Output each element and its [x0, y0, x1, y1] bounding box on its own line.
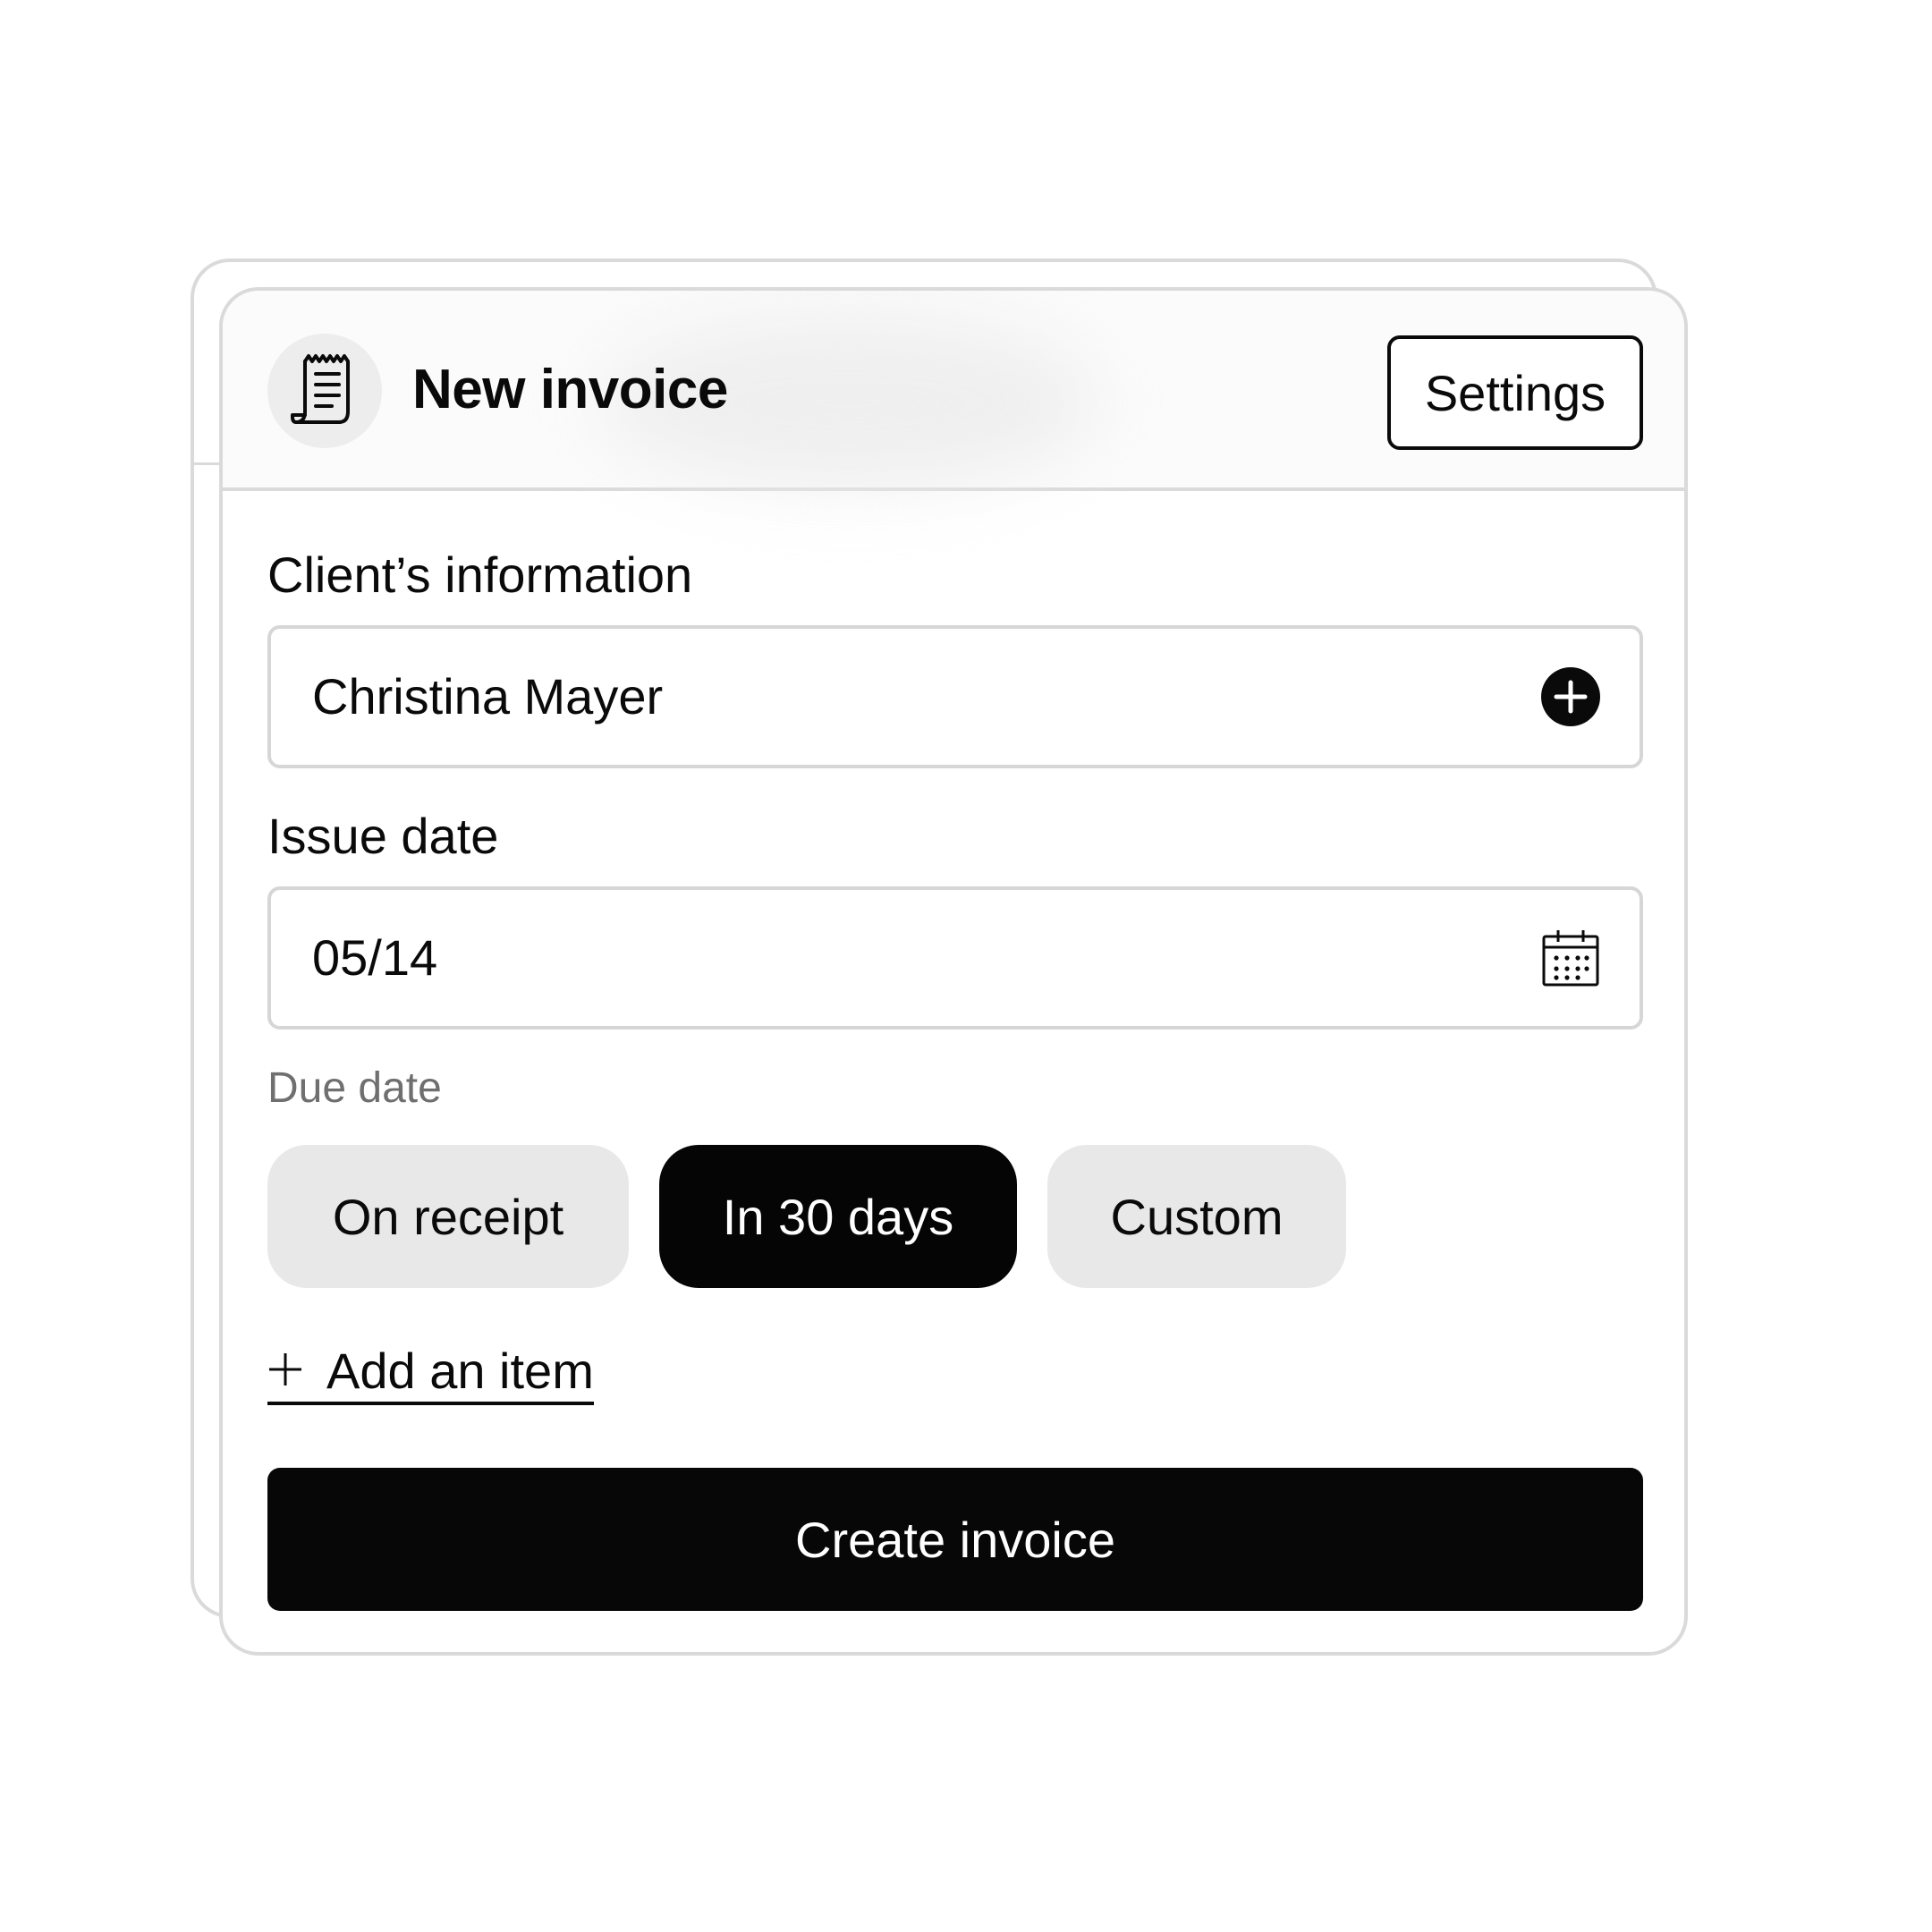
issue-date-label: Issue date	[267, 808, 499, 864]
plus-icon	[267, 1352, 303, 1392]
plus-circle-icon[interactable]	[1541, 667, 1600, 726]
client-field[interactable]: Christina Mayer	[267, 625, 1643, 768]
due-option-in-30-days[interactable]: In 30 days	[659, 1145, 1017, 1288]
client-field-value: Christina Mayer	[312, 668, 664, 724]
due-date-options: On receipt In 30 days Custom	[267, 1145, 1346, 1288]
issue-date-field[interactable]: 05/14	[267, 886, 1643, 1030]
client-info-label: Client’s information	[267, 547, 693, 603]
add-item-label: Add an item	[326, 1343, 594, 1399]
page-title: New invoice	[412, 359, 728, 420]
settings-button[interactable]: Settings	[1387, 335, 1643, 450]
add-item-link[interactable]: Add an item	[267, 1346, 594, 1405]
create-invoice-button[interactable]: Create invoice	[267, 1468, 1643, 1611]
invoice-card: New invoice Settings Client’s informatio…	[219, 287, 1688, 1656]
calendar-icon[interactable]	[1541, 928, 1600, 987]
issue-date-value: 05/14	[312, 929, 438, 986]
card-header: New invoice Settings	[223, 291, 1684, 491]
due-option-on-receipt[interactable]: On receipt	[267, 1145, 629, 1288]
receipt-icon	[267, 334, 382, 448]
due-option-custom[interactable]: Custom	[1047, 1145, 1346, 1288]
due-date-label: Due date	[267, 1064, 442, 1112]
